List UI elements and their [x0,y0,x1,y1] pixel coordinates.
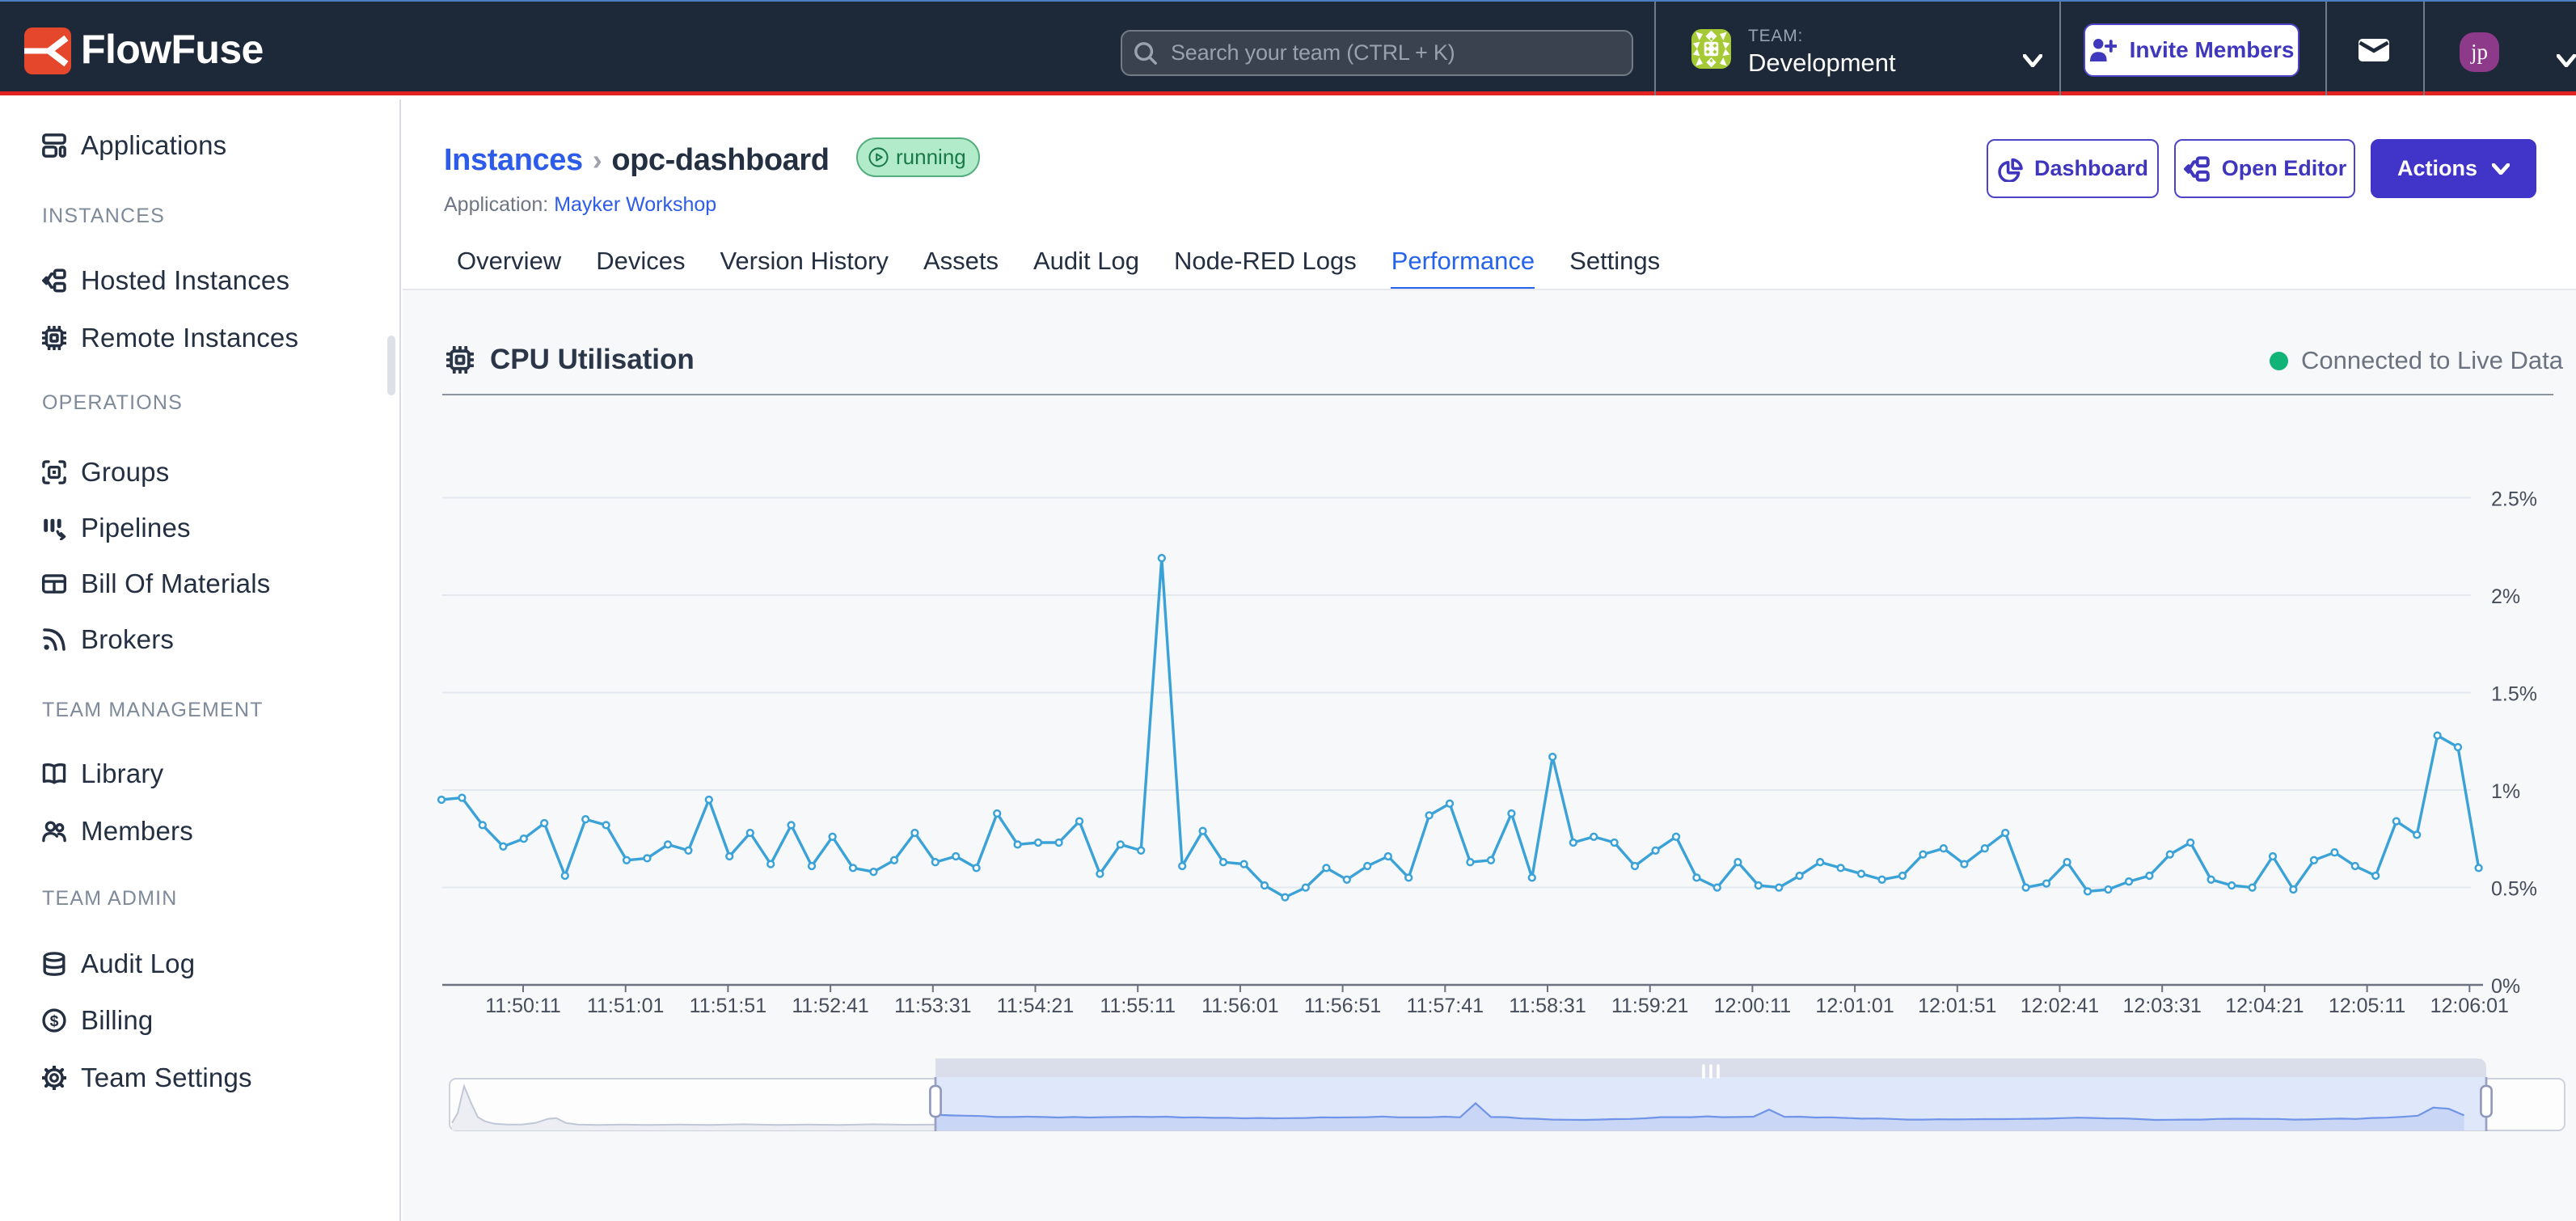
svg-text:$: $ [50,1012,59,1030]
